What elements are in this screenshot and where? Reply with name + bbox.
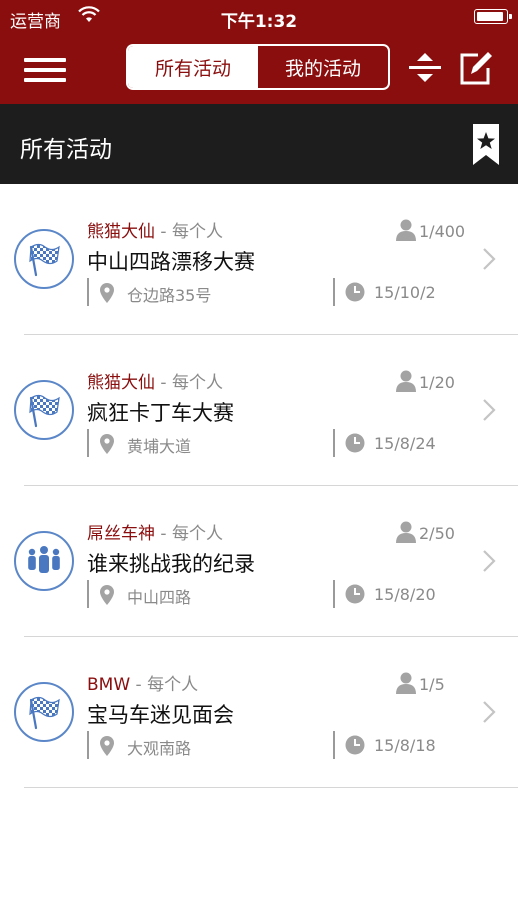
activity-meta: 仓边路35号 15/10/2 (87, 278, 447, 306)
location-pin-icon (100, 736, 114, 756)
divider (333, 429, 335, 457)
organizer-name: 熊猫大仙 (87, 222, 155, 242)
battery-level (477, 12, 503, 21)
location-pin-icon (100, 585, 114, 605)
participant-count-value: 1/20 (419, 373, 455, 392)
divider (333, 580, 335, 608)
nav-bar: 所有活动 我的活动 (0, 34, 518, 104)
activity-meta: 黄埔大道 15/8/24 (87, 429, 447, 457)
section-title: 所有活动 (20, 137, 112, 163)
activity-organizer: BMW - 每个人 (87, 670, 198, 695)
person-icon (396, 521, 416, 543)
chevron-right-icon (483, 701, 496, 723)
bookmark-star-icon (473, 124, 499, 165)
activity-scope: - 每个人 (130, 675, 199, 695)
sort-icon (409, 53, 441, 82)
sort-button[interactable] (405, 46, 445, 90)
participant-count: 1/5 (395, 671, 475, 697)
location-pin-icon (100, 434, 114, 454)
clock-time: 下午1:32 (220, 12, 298, 32)
organizer-name: 熊猫大仙 (87, 373, 155, 393)
organizer-name: BMW (87, 675, 131, 695)
section-header: 所有活动 (0, 104, 518, 184)
activity-date: 15/8/20 (374, 585, 436, 604)
participant-count: 2/50 (395, 520, 475, 546)
activity-title: 谁来挑战我的纪录 (87, 552, 255, 576)
compose-button[interactable] (456, 46, 496, 90)
activity-location: 仓边路35号 (127, 286, 212, 305)
divider (87, 580, 89, 608)
activity-organizer: 屌丝车神 - 每个人 (87, 519, 223, 544)
compose-icon (460, 52, 492, 85)
activity-segment-control: 所有活动 我的活动 (126, 44, 390, 90)
person-icon (396, 219, 416, 241)
menu-button[interactable] (24, 52, 68, 86)
checkered-flag-icon (14, 380, 74, 440)
activity-organizer: 熊猫大仙 - 每个人 (87, 217, 223, 242)
activity-row[interactable]: 熊猫大仙 - 每个人 中山四路漂移大赛 1/400 仓边路35号 15/10/2 (0, 184, 518, 335)
clock-icon (345, 282, 365, 302)
clock-icon (345, 584, 365, 604)
activity-date: 15/8/24 (374, 434, 436, 453)
activity-scope: - 每个人 (155, 373, 223, 393)
activity-row[interactable]: BMW - 每个人 宝马车迷见面会 1/5 大观南路 15/8/18 (0, 637, 518, 788)
activity-location: 大观南路 (127, 739, 192, 758)
group-people-icon (14, 531, 74, 591)
activity-organizer: 熊猫大仙 - 每个人 (87, 368, 223, 393)
checkered-flag-icon (14, 682, 74, 742)
chevron-right-icon (483, 248, 496, 270)
divider (87, 429, 89, 457)
clock-icon (345, 433, 365, 453)
activity-title: 中山四路漂移大赛 (87, 250, 255, 274)
tab-all-activities[interactable]: 所有活动 (128, 46, 258, 88)
activity-scope: - 每个人 (155, 524, 223, 544)
chevron-right-icon (483, 550, 496, 572)
activity-list: 熊猫大仙 - 每个人 中山四路漂移大赛 1/400 仓边路35号 15/10/2 (0, 184, 518, 788)
activity-date: 15/8/18 (374, 736, 436, 755)
activity-meta: 中山四路 15/8/20 (87, 580, 447, 608)
activity-location: 黄埔大道 (127, 437, 192, 456)
organizer-name: 屌丝车神 (87, 524, 155, 544)
tab-my-activities[interactable]: 我的活动 (258, 46, 388, 88)
row-divider (24, 787, 518, 788)
divider (87, 731, 89, 759)
activity-date: 15/10/2 (374, 283, 436, 302)
location-pin-icon (100, 283, 114, 303)
activity-row[interactable]: 屌丝车神 - 每个人 谁来挑战我的纪录 2/50 中山四路 15/8/20 (0, 486, 518, 637)
battery-icon (474, 9, 512, 24)
activity-title: 宝马车迷见面会 (87, 703, 234, 727)
activity-row[interactable]: 熊猫大仙 - 每个人 疯狂卡丁车大赛 1/20 黄埔大道 15/8/24 (0, 335, 518, 486)
divider (333, 278, 335, 306)
person-icon (396, 672, 416, 694)
person-icon (396, 370, 416, 392)
activity-scope: - 每个人 (155, 222, 223, 242)
checkered-flag-icon (14, 229, 74, 289)
chevron-right-icon (483, 399, 496, 421)
activity-title: 疯狂卡丁车大赛 (87, 401, 234, 425)
divider (333, 731, 335, 759)
participant-count: 1/20 (395, 369, 475, 395)
divider (87, 278, 89, 306)
clock-icon (345, 735, 365, 755)
participant-count-value: 1/400 (419, 222, 466, 241)
bookmark-button[interactable] (472, 123, 500, 167)
status-bar: 运营商 下午1:32 (0, 0, 518, 34)
participant-count: 1/400 (395, 218, 475, 244)
participant-count-value: 2/50 (419, 524, 455, 543)
participant-count-value: 1/5 (419, 675, 445, 694)
activity-location: 中山四路 (127, 588, 192, 607)
activity-meta: 大观南路 15/8/18 (87, 731, 447, 759)
